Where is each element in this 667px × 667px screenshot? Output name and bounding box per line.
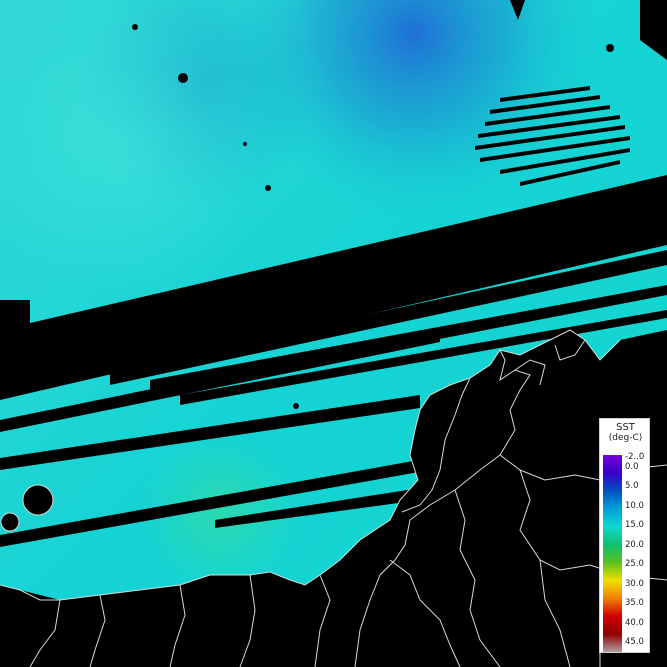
legend-tick: 5.0 (625, 481, 639, 491)
legend-tick: 40.0 (625, 618, 644, 628)
legend-tick: 20.0 (625, 540, 644, 550)
legend-tick: 25.0 (625, 559, 644, 569)
legend-tick: 10.0 (625, 501, 644, 511)
legend-tick: 35.0 (625, 598, 644, 608)
legend-tick: 45.0 (625, 637, 644, 647)
sst-map (0, 0, 667, 667)
legend-tick: 30.0 (625, 579, 644, 589)
legend-title: SST (616, 422, 635, 433)
legend-tick: 15.0 (625, 520, 644, 530)
legend-tick: 0.0 (625, 462, 639, 472)
legend-tick: -2..0 (625, 452, 645, 462)
legend-color-scale (603, 455, 622, 652)
legend-unit: (deg-C) (608, 433, 643, 443)
sst-legend: SST (deg-C) -2..0 0.0 5.0 10.0 15.0 20.0… (599, 418, 650, 653)
